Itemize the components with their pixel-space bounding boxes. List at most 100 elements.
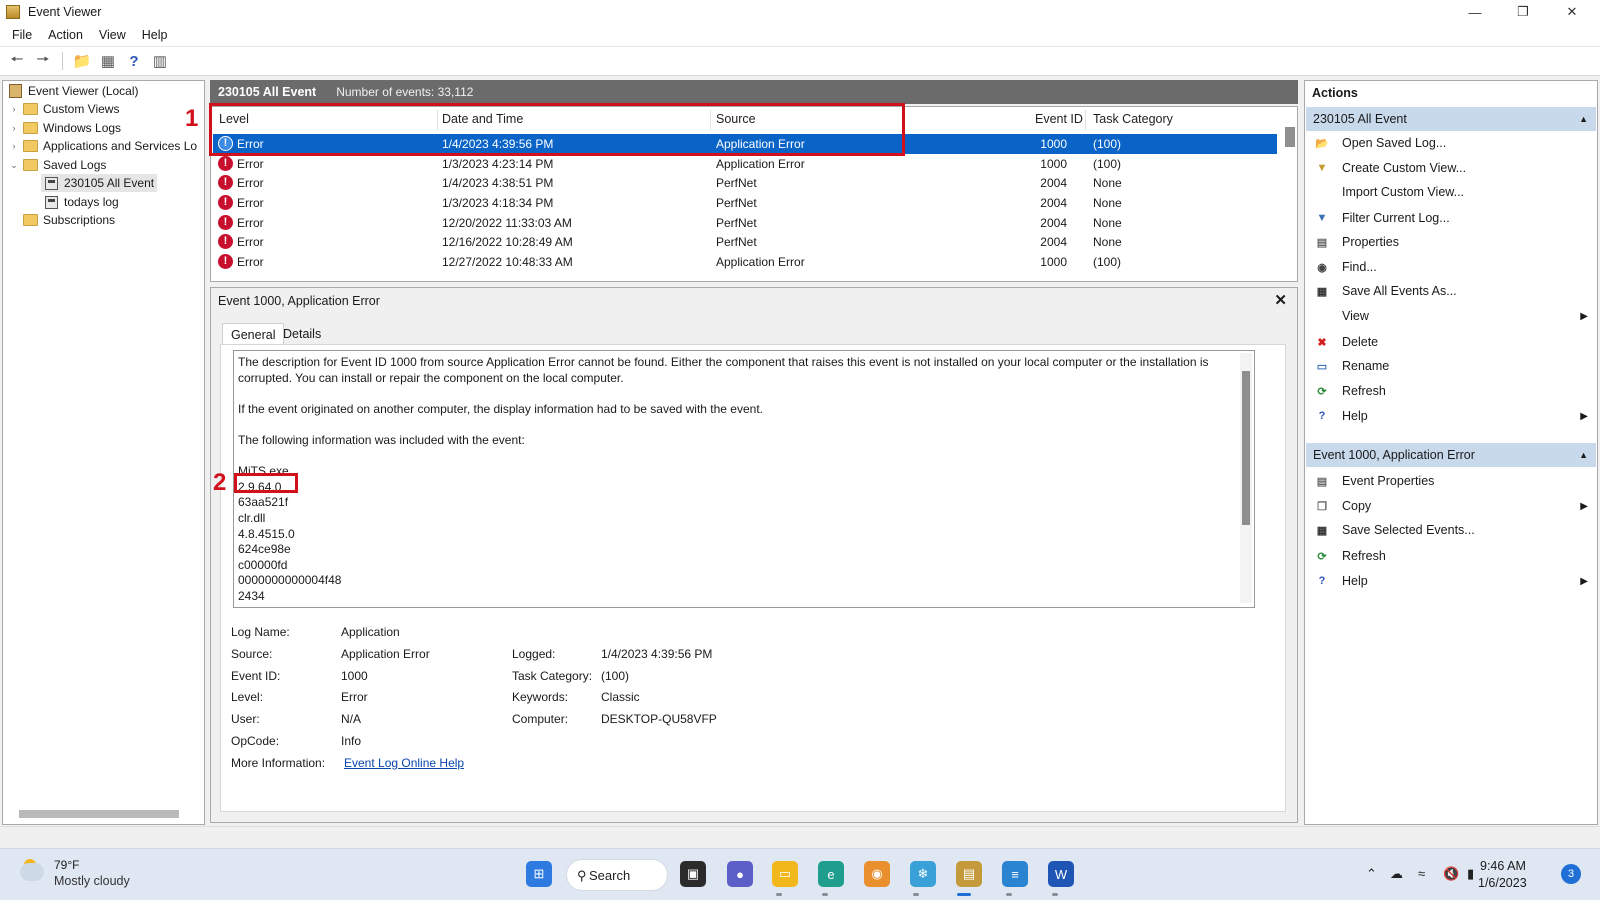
notification-badge[interactable]: 3	[1561, 864, 1581, 884]
battery-icon[interactable]: ▮	[1467, 866, 1474, 882]
action-event-event-properties[interactable]: ▤ Event Properties	[1306, 469, 1596, 493]
tree-item-saved-logs[interactable]: ⌄ Saved Logs	[9, 156, 106, 174]
event-log-online-help-link[interactable]: Event Log Online Help	[344, 756, 464, 770]
description-paragraph: The description for Event ID 1000 from s…	[238, 355, 1209, 385]
show-hide-tree-icon[interactable]: ▦	[97, 50, 119, 72]
expand-chevron-icon[interactable]: ›	[9, 123, 19, 133]
show-hide-action-pane-icon[interactable]: ▥	[149, 50, 171, 72]
action-properties[interactable]: ▤ Properties	[1306, 230, 1596, 254]
tree-item-app-services-logs[interactable]: › Applications and Services Lo	[9, 137, 198, 155]
minimize-button[interactable]: —	[1452, 0, 1498, 24]
table-row[interactable]: ! Error 12/20/2022 11:33:03 AM PerfNet 2004 N…	[213, 213, 1277, 233]
edge-browser-icon[interactable]: e	[818, 861, 844, 887]
teams-chat-icon[interactable]: ●	[727, 861, 753, 887]
clock-date[interactable]: 1/6/2023	[1478, 876, 1527, 890]
tree-item-windows-logs[interactable]: › Windows Logs	[9, 119, 122, 137]
tree-item-subscriptions[interactable]: Subscriptions	[19, 211, 115, 229]
table-row[interactable]: ! Error 1/3/2023 4:18:34 PM PerfNet 2004 None	[213, 193, 1277, 213]
expand-chevron-icon[interactable]: ›	[9, 141, 19, 151]
action-refresh[interactable]: ⟳ Refresh	[1306, 379, 1596, 403]
cell-event-id: 1000	[1040, 255, 1067, 269]
events-vertical-scrollbar[interactable]	[1285, 127, 1295, 147]
logged-value: 1/4/2023 4:39:56 PM	[601, 647, 713, 661]
table-row[interactable]: ! Error 1/4/2023 4:38:51 PM PerfNet 2004 None	[213, 173, 1277, 193]
action-event-help[interactable]: ? Help ▶	[1306, 569, 1596, 593]
computer-label: Computer:	[512, 712, 569, 726]
collapse-arrow-icon[interactable]: ▲	[1579, 114, 1588, 124]
cell-date-time: 12/20/2022 11:33:03 AM	[442, 216, 572, 230]
tab-details[interactable]: Details	[275, 323, 329, 345]
error-icon: !	[218, 195, 233, 210]
action-filter-current-log[interactable]: ▼ Filter Current Log...	[1306, 206, 1596, 230]
word-icon[interactable]: W	[1048, 861, 1074, 887]
action-event-save-selected-events[interactable]: ▦ Save Selected Events...	[1306, 518, 1596, 542]
weather-condition[interactable]: Mostly cloudy	[54, 874, 130, 888]
table-row[interactable]: ! Error 1/3/2023 4:23:14 PM Application Err…	[213, 154, 1277, 174]
tree-item-saved-log-230105[interactable]: 230105 All Event	[41, 174, 157, 192]
annotation-number-1: 1	[185, 105, 199, 132]
start-windows-icon[interactable]: ⊞	[526, 861, 552, 887]
event-viewer-taskbar-icon[interactable]: ▤	[956, 861, 982, 887]
task-category-value: (100)	[601, 669, 630, 683]
cell-date-time: 12/16/2022 10:28:49 AM	[442, 235, 573, 249]
action-save-all-events-as[interactable]: ▦ Save All Events As...	[1306, 279, 1596, 303]
action-view[interactable]: View ▶	[1306, 304, 1596, 328]
description-vertical-scrollbar[interactable]	[1242, 371, 1250, 525]
action-rename[interactable]: ▭ Rename	[1306, 354, 1596, 378]
action-label: View	[1342, 309, 1369, 323]
menu-action[interactable]: Action	[40, 28, 91, 42]
forward-icon[interactable]: 🠖	[32, 50, 54, 72]
action-delete[interactable]: ✖ Delete	[1306, 330, 1596, 354]
weather-cloud-icon[interactable]	[20, 863, 44, 881]
expand-chevron-icon[interactable]: ›	[9, 104, 19, 114]
help-icon[interactable]: ?	[123, 50, 145, 72]
up-folder-icon[interactable]: 📁	[71, 50, 93, 72]
view-icon	[1314, 308, 1330, 324]
close-button[interactable]: ✕	[1549, 0, 1595, 24]
tree-item-label: Applications and Services Lo	[43, 139, 198, 153]
weather-temperature[interactable]: 79°F	[54, 858, 79, 872]
submenu-arrow-icon: ▶	[1580, 410, 1588, 422]
table-row[interactable]: ! Error 12/16/2022 10:28:49 AM PerfNet 2004 N…	[213, 232, 1277, 252]
chrome-browser-icon[interactable]: ◉	[864, 861, 890, 887]
collapse-arrow-icon[interactable]: ▲	[1579, 450, 1588, 460]
action-help[interactable]: ? Help ▶	[1306, 404, 1596, 428]
action-event-copy[interactable]: ❐ Copy ▶	[1306, 494, 1596, 518]
computer-value: DESKTOP-QU58VFP	[601, 712, 717, 726]
back-icon[interactable]: 🠔	[6, 50, 28, 72]
restore-button[interactable]: ❐	[1500, 0, 1546, 24]
tree-item-custom-views[interactable]: › Custom Views	[9, 100, 120, 118]
task-view-icon[interactable]: ▣	[680, 861, 706, 887]
table-row[interactable]: ! Error 12/27/2022 10:48:33 AM Application …	[213, 252, 1277, 272]
menu-view[interactable]: View	[91, 28, 134, 42]
error-icon: !	[218, 156, 233, 171]
column-header-event-id[interactable]: Event ID	[1035, 112, 1083, 126]
show-hidden-icons-chevron-icon[interactable]: ⌃	[1366, 866, 1377, 882]
file-explorer-icon[interactable]: ▭	[772, 861, 798, 887]
close-icon[interactable]: ✕	[1274, 291, 1287, 309]
taskbar-search[interactable]: ⚲ Search	[566, 859, 668, 891]
tree-item-saved-log-today[interactable]: todays log	[41, 193, 119, 211]
event-description-box[interactable]: The description for Event ID 1000 from s…	[233, 350, 1255, 608]
clock-time[interactable]: 9:46 AM	[1480, 859, 1526, 873]
column-header-task-category[interactable]: Task Category	[1093, 112, 1173, 126]
notepad-icon[interactable]: ≡	[1002, 861, 1028, 887]
menu-help[interactable]: Help	[134, 28, 176, 42]
action-event-refresh[interactable]: ⟳ Refresh	[1306, 544, 1596, 568]
onedrive-cloud-icon[interactable]: ☁	[1390, 866, 1403, 882]
tree-item-root[interactable]: Event Viewer (Local)	[5, 82, 139, 100]
cell-task-category: (100)	[1093, 255, 1122, 269]
app-pinned-icon[interactable]: ❄	[910, 861, 936, 887]
collapse-chevron-icon[interactable]: ⌄	[9, 160, 19, 171]
log-name-label: Log Name:	[231, 625, 290, 639]
actions-section-log[interactable]: 230105 All Event ▲	[1306, 107, 1596, 131]
menu-file[interactable]: File	[4, 28, 40, 42]
wifi-icon[interactable]: ≈	[1418, 866, 1425, 881]
action-open-saved-log[interactable]: 📂 Open Saved Log...	[1306, 131, 1596, 155]
action-find[interactable]: ◉ Find...	[1306, 255, 1596, 279]
actions-section-event[interactable]: Event 1000, Application Error ▲	[1306, 443, 1596, 467]
action-import-custom-view[interactable]: Import Custom View...	[1306, 180, 1596, 204]
action-create-custom-view[interactable]: ▼ Create Custom View...	[1306, 156, 1596, 180]
tree-horizontal-scrollbar[interactable]	[19, 810, 179, 818]
volume-muted-icon[interactable]: 🔇	[1443, 866, 1459, 882]
